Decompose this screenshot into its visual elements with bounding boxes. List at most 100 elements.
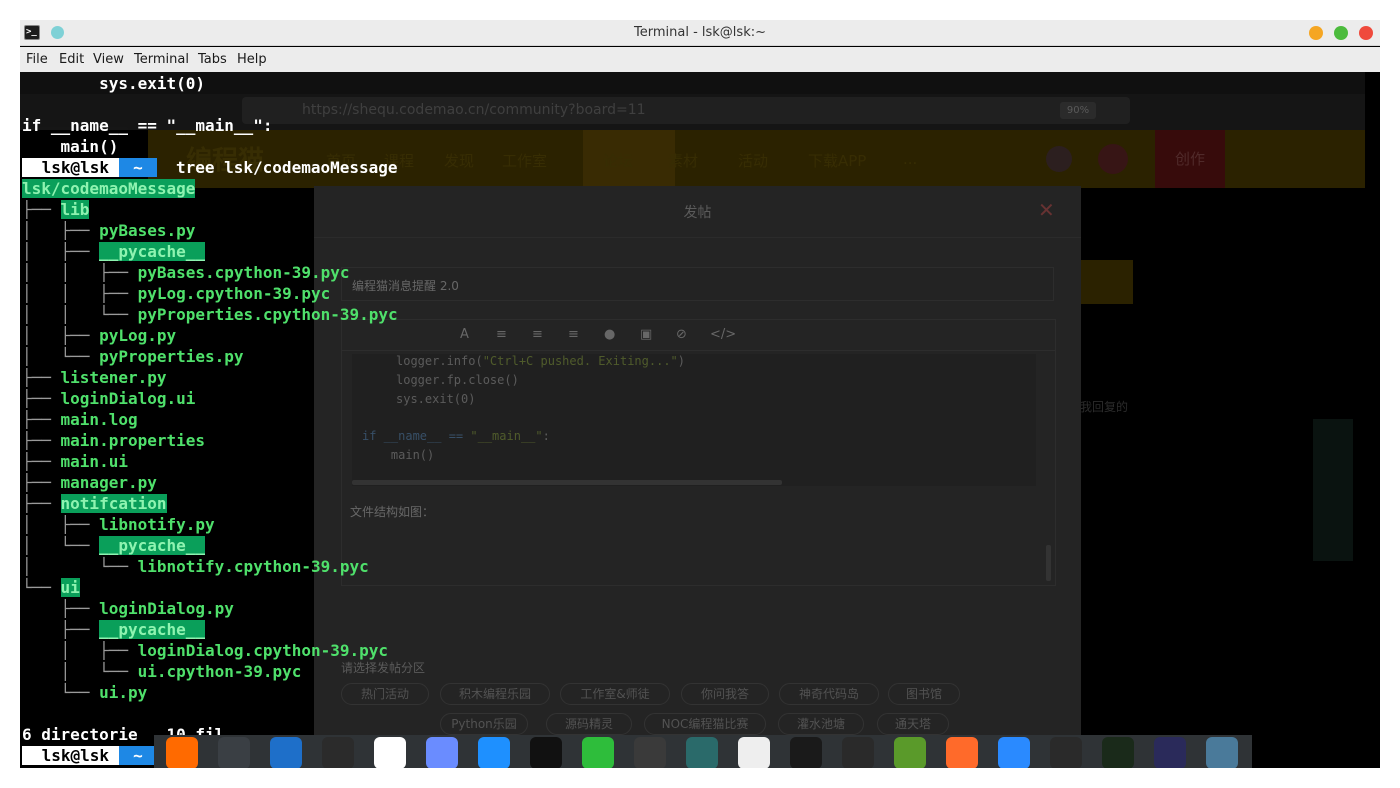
- tree-directory: ui: [60, 578, 80, 597]
- site-nav-link: ...: [903, 150, 918, 168]
- tree-branch: └──: [22, 683, 100, 702]
- wechat-icon[interactable]: [582, 737, 614, 768]
- tree-branch: ├──: [22, 368, 61, 387]
- terminal-icon[interactable]: [322, 737, 354, 768]
- maximize-button[interactable]: [1334, 26, 1348, 40]
- menu-bar: File Edit View Terminal Tabs Help: [20, 47, 1380, 72]
- menu-help[interactable]: Help: [237, 52, 267, 67]
- tree-branch: │ │ └──: [22, 305, 138, 324]
- category-chip: 图书馆: [888, 683, 960, 705]
- tree-branch: ├──: [22, 410, 61, 429]
- files-icon[interactable]: [270, 737, 302, 768]
- tree-file: main.ui: [60, 452, 128, 471]
- site-nav-link: 素材: [668, 152, 699, 170]
- category-chip: 神奇代码岛: [779, 683, 879, 705]
- minimize-button[interactable]: [1309, 26, 1323, 40]
- terminal-body[interactable]: https://shequ.codemao.cn/community?board…: [20, 72, 1380, 768]
- tree-file: pyLog.py: [99, 326, 177, 345]
- tree-branch: │ │ ├──: [22, 284, 138, 303]
- menu-tabs[interactable]: Tabs: [198, 52, 227, 67]
- feather-icon[interactable]: [426, 737, 458, 768]
- tree-line: │ └── libnotify.cpython-39.pyc: [22, 556, 369, 577]
- firefox-icon[interactable]: [166, 737, 198, 768]
- tree-line: ├── lib: [22, 199, 90, 220]
- tree-file: ui.cpython-39.pyc: [137, 662, 302, 681]
- settings-icon[interactable]: [218, 737, 250, 768]
- tree-file: ui.py: [99, 683, 148, 702]
- intellij2-icon[interactable]: [1154, 737, 1186, 768]
- title-bar[interactable]: >_ Terminal - lsk@lsk:~: [20, 20, 1380, 46]
- category-chip: 通天塔: [877, 713, 949, 735]
- terminal-scrollbar[interactable]: [1365, 72, 1380, 768]
- user-avatar: [1098, 144, 1128, 174]
- tree-line: │ ├── pyLog.py: [22, 325, 176, 346]
- align-center-icon: ≡: [532, 327, 543, 342]
- site-nav-link: 活动: [738, 152, 769, 170]
- tree-branch: │ └──: [22, 557, 138, 576]
- menu-edit[interactable]: Edit: [59, 52, 84, 67]
- tree-file: manager.py: [60, 473, 157, 492]
- menu-file[interactable]: File: [26, 52, 48, 67]
- section-label: 请选择发帖分区: [341, 661, 426, 675]
- screenshot-icon[interactable]: [634, 737, 666, 768]
- tree-file: pyBases.cpython-39.pyc: [137, 263, 350, 282]
- tree-line: ├── listener.py: [22, 367, 167, 388]
- tree-branch: │ ├──: [22, 326, 100, 345]
- tree-branch: ├──: [22, 389, 61, 408]
- browser-icon[interactable]: [478, 737, 510, 768]
- font-color-icon: A: [460, 327, 469, 342]
- create-button: 创作: [1155, 130, 1225, 188]
- map-icon[interactable]: [1206, 737, 1238, 768]
- tree-branch: ├──: [22, 452, 61, 471]
- tree-line: ├── main.properties: [22, 430, 205, 451]
- app-icon[interactable]: [374, 737, 406, 768]
- tree-file: main.log: [60, 410, 138, 429]
- image-icon: ▣: [640, 327, 653, 342]
- code-line: sys.exit(0): [396, 392, 476, 406]
- tree-line: └── ui: [22, 577, 80, 598]
- prompt-command: tree lsk/codemaoMessage: [156, 158, 398, 177]
- tree-line: ├── main.log: [22, 409, 138, 430]
- category-chip: 工作室&师徒: [560, 683, 670, 705]
- tree-line: ├── notifcation: [22, 493, 167, 514]
- tree-branch: │ └──: [22, 347, 100, 366]
- prompt-user: lsk@lsk: [22, 158, 120, 177]
- tree-file: pyProperties.py: [99, 347, 244, 366]
- tree-line: ├── manager.py: [22, 472, 157, 493]
- intellij-icon[interactable]: [790, 737, 822, 768]
- tree-branch: ├──: [22, 200, 61, 219]
- tree-branch: ├──: [22, 431, 61, 450]
- terminal-line: sys.exit(0): [22, 74, 206, 93]
- code-line: main(): [362, 448, 435, 462]
- docs-icon[interactable]: [998, 737, 1030, 768]
- tree-line: lsk/codemaoMessage: [22, 178, 196, 199]
- tree-line: │ ├── libnotify.py: [22, 514, 215, 535]
- calculator-icon[interactable]: [1050, 737, 1082, 768]
- tape-icon[interactable]: [686, 737, 718, 768]
- code-horizontal-scrollbar: [352, 480, 782, 485]
- postman-icon[interactable]: [946, 737, 978, 768]
- menu-terminal[interactable]: Terminal: [134, 52, 189, 67]
- side-banner: [1073, 260, 1133, 304]
- tree-file: pyBases.py: [99, 221, 196, 240]
- close-button[interactable]: [1359, 26, 1373, 40]
- gimp-icon[interactable]: [738, 737, 770, 768]
- menu-view[interactable]: View: [93, 52, 124, 67]
- category-chip: 灌水池塘: [778, 713, 864, 735]
- tree-directory: __pycache__: [99, 620, 206, 639]
- editor-icon[interactable]: [842, 737, 874, 768]
- modal-close-icon: ✕: [1038, 198, 1055, 222]
- monitor-icon[interactable]: [1102, 737, 1134, 768]
- android-icon[interactable]: [894, 737, 926, 768]
- category-chip: Python乐园: [440, 713, 528, 735]
- site-nav-link: 下载APP: [808, 152, 867, 170]
- site-nav-link: 工作室: [502, 152, 548, 170]
- tree-branch: ├──: [22, 494, 61, 513]
- tree-branch: │ ├──: [22, 641, 138, 660]
- qq-icon[interactable]: [530, 737, 562, 768]
- browser-url-text: https://shequ.codemao.cn/community?board…: [302, 102, 646, 118]
- modal-header: 发帖 ✕: [314, 186, 1081, 238]
- editor-body-text: 文件结构如图：: [350, 505, 435, 519]
- terminal-line: if __name__ == "__main__":: [22, 116, 273, 135]
- tree-line: │ │ ├── pyLog.cpython-39.pyc: [22, 283, 330, 304]
